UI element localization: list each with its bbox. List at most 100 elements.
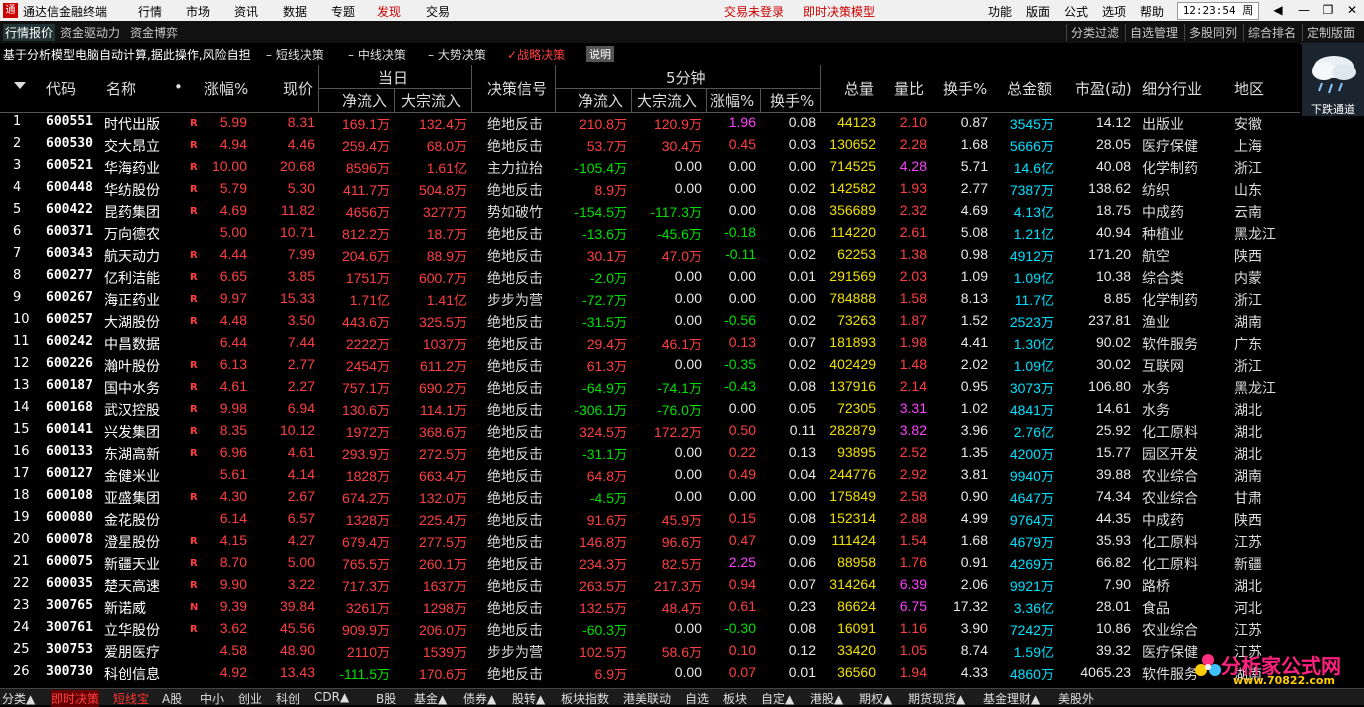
bottom-tab[interactable]: 股转▲ — [512, 690, 545, 707]
region: 湖北 — [1234, 400, 1262, 420]
bottom-tab[interactable]: 创业 — [238, 690, 262, 707]
back-icon[interactable]: ◀ — [1268, 2, 1288, 18]
table-row[interactable]: 23 300765 新诺威 N 9.39 39.84 3261万 1298万 绝地反击 132.5… — [0, 596, 1300, 618]
option-trend[interactable]: – 大势决策 — [428, 46, 486, 63]
decision-model-link[interactable]: 即时决策模型 — [803, 3, 875, 20]
table-row[interactable]: 25 300753 爱朋医疗 4.58 48.90 2110万 1539万 步步为营 102.5… — [0, 640, 1300, 662]
tab-watchlist-manage[interactable]: 自选管理 — [1125, 24, 1178, 41]
tab-multi-stock[interactable]: 多股同列 — [1184, 24, 1237, 41]
close-icon[interactable]: ✕ — [1342, 2, 1362, 18]
menu-news[interactable]: 资讯 — [234, 3, 258, 20]
col-inflow[interactable]: 净流入 — [342, 90, 387, 111]
table-row[interactable]: 14 600168 武汉控股 R 9.98 6.94 130.6万 114.1万 绝地反击 -30… — [0, 398, 1300, 420]
bottom-tab[interactable]: 中小 — [200, 690, 224, 707]
bottom-tab[interactable]: 板块 — [723, 690, 747, 707]
bottom-tab[interactable]: 美股外 — [1058, 690, 1094, 707]
col-ratio[interactable]: 量比 — [894, 78, 924, 99]
restore-icon[interactable]: ❐ — [1318, 2, 1338, 18]
table-row[interactable]: 11 600242 中昌数据 6.44 7.44 2222万 1037万 绝地反击 29.4万 4… — [0, 332, 1300, 354]
col-industry[interactable]: 细分行业 — [1142, 78, 1202, 99]
table-row[interactable]: 15 600141 兴发集团 R 8.35 10.12 1972万 368.6万 绝地反击 324… — [0, 420, 1300, 442]
menu-formula[interactable]: 公式 — [1064, 3, 1088, 20]
menu-options[interactable]: 选项 — [1102, 3, 1126, 20]
minimize-icon[interactable]: — — [1294, 2, 1314, 18]
col-name[interactable]: 名称 — [106, 78, 136, 99]
col-inflow5[interactable]: 净流入 — [578, 90, 623, 111]
table-row[interactable]: 16 600133 东湖高新 R 6.96 4.61 293.9万 272.5万 绝地反击 -31… — [0, 442, 1300, 464]
col-turn5[interactable]: 换手% — [770, 90, 814, 111]
col-pct5[interactable]: 涨幅% — [710, 90, 754, 111]
menu-function[interactable]: 功能 — [988, 3, 1012, 20]
bottom-tab[interactable]: A股 — [162, 690, 182, 707]
table-row[interactable]: 4 600448 华纺股份 R 5.79 5.30 411.7万 504.8万 绝地反击 8.9万… — [0, 178, 1300, 200]
table-row[interactable]: 3 600521 华海药业 R 10.00 20.68 8596万 1.61亿 主力拉抬 -105… — [0, 156, 1300, 178]
table-row[interactable]: 26 300730 科创信息 4.92 13.43 -111.5万 170.6万 绝地反击 6.… — [0, 662, 1300, 684]
table-row[interactable]: 6 600371 万向德农 5.00 10.71 812.2万 18.7万 绝地反击 -13.6… — [0, 222, 1300, 244]
col-volume[interactable]: 总量 — [844, 78, 874, 99]
help-button[interactable]: 说明 — [586, 46, 614, 62]
bottom-tab[interactable]: 板块指数 — [561, 690, 609, 707]
menu-topics[interactable]: 专题 — [331, 3, 355, 20]
col-block[interactable]: 大宗流入 — [401, 90, 461, 111]
table-row[interactable]: 21 600075 新疆天业 R 8.70 5.00 765.5万 260.1万 绝地反击 234… — [0, 552, 1300, 574]
bottom-tab[interactable]: 自选 — [685, 690, 709, 707]
option-mid-term[interactable]: – 中线决策 — [348, 46, 406, 63]
tab-category-filter[interactable]: 分类过滤 — [1066, 24, 1119, 41]
table-row[interactable]: 7 600343 航天动力 R 4.44 7.99 204.6万 88.9万 绝地反击 30.1万… — [0, 244, 1300, 266]
tab-fund-drive[interactable]: 资金驱动力 — [60, 24, 120, 41]
bottom-tab[interactable]: 自定▲ — [761, 690, 794, 707]
market-weather-panel[interactable]: 下跌通道 — [1302, 43, 1364, 116]
col-block5[interactable]: 大宗流入 — [637, 90, 697, 111]
bottom-tab[interactable]: 基金理财▲ — [983, 690, 1040, 707]
bottom-tab[interactable]: 期货现货▲ — [908, 690, 965, 707]
table-row[interactable]: 12 600226 瀚叶股份 R 6.13 2.77 2454万 611.2万 绝地反击 61.3… — [0, 354, 1300, 376]
sort-triangle-icon[interactable] — [14, 82, 26, 89]
col-pct[interactable]: 涨幅% — [204, 78, 248, 99]
col-region[interactable]: 地区 — [1234, 78, 1264, 99]
menu-market[interactable]: 市场 — [186, 3, 210, 20]
table-row[interactable]: 18 600108 亚盛集团 R 4.30 2.67 674.2万 132.0万 绝地反击 -4.… — [0, 486, 1300, 508]
table-row[interactable]: 20 600078 澄星股份 R 4.15 4.27 679.4万 277.5万 绝地反击 146… — [0, 530, 1300, 552]
col-pe[interactable]: 市盈(动) — [1075, 78, 1132, 99]
table-row[interactable]: 8 600277 亿利洁能 R 6.65 3.85 1751万 600.7万 绝地反击 -2.0万… — [0, 266, 1300, 288]
bottom-tab[interactable]: 债券▲ — [463, 690, 496, 707]
col-amount[interactable]: 总金额 — [1007, 78, 1052, 99]
menu-data[interactable]: 数据 — [283, 3, 307, 20]
option-short-term[interactable]: – 短线决策 — [266, 46, 324, 63]
table-row[interactable]: 9 600267 海正药业 R 9.97 15.33 1.71亿 1.41亿 步步为营 -72.7… — [0, 288, 1300, 310]
trade-login-status[interactable]: 交易未登录 — [724, 3, 784, 20]
table-row[interactable]: 1 600551 时代出版 R 5.99 8.31 169.1万 132.4万 绝地反击 210.… — [0, 112, 1300, 134]
bottom-tab[interactable]: 基金▲ — [414, 690, 447, 707]
menu-discover[interactable]: 发现 — [377, 3, 401, 20]
menu-quotes[interactable]: 行情 — [138, 3, 162, 20]
tab-fund-game[interactable]: 资金博弈 — [130, 24, 178, 41]
table-row[interactable]: 19 600080 金花股份 6.14 6.57 1328万 225.4万 绝地反击 91.6万… — [0, 508, 1300, 530]
tab-composite-rank[interactable]: 综合排名 — [1243, 24, 1296, 41]
option-strategic[interactable]: ✓战略决策 — [507, 46, 565, 63]
bottom-tab[interactable]: 港美联动 — [623, 690, 671, 707]
bottom-tab[interactable]: B股 — [376, 690, 396, 707]
menu-trade[interactable]: 交易 — [426, 3, 450, 20]
table-row[interactable]: 22 600035 楚天高速 R 9.90 3.22 717.3万 1637万 绝地反击 263.… — [0, 574, 1300, 596]
col-price[interactable]: 现价 — [283, 78, 313, 99]
table-row[interactable]: 24 300761 立华股份 R 3.62 45.56 909.9万 206.0万 绝地反击 -6… — [0, 618, 1300, 640]
table-row[interactable]: 5 600422 昆药集团 R 4.69 11.82 4656万 3277万 势如破竹 -154.… — [0, 200, 1300, 222]
col-signal[interactable]: 决策信号 — [487, 78, 547, 99]
menu-layout[interactable]: 版面 — [1026, 3, 1050, 20]
tab-quotes[interactable]: 行情报价 — [3, 24, 56, 41]
col-code[interactable]: 代码 — [46, 78, 76, 99]
col-turnover[interactable]: 换手% — [943, 78, 987, 99]
bottom-tab[interactable]: 分类▲ — [2, 690, 35, 707]
table-row[interactable]: 17 600127 金健米业 5.61 4.14 1828万 663.4万 绝地反击 64.8万… — [0, 464, 1300, 486]
table-row[interactable]: 2 600530 交大昂立 R 4.94 4.46 259.4万 68.0万 绝地反击 53.7万… — [0, 134, 1300, 156]
bottom-tab[interactable]: 港股▲ — [810, 690, 843, 707]
bottom-tab[interactable]: CDR▲ — [314, 690, 349, 704]
table-row[interactable]: 10 600257 大湖股份 R 4.48 3.50 443.6万 325.5万 绝地反击 -31… — [0, 310, 1300, 332]
tab-custom-layout[interactable]: 定制版面 — [1302, 24, 1355, 41]
table-row[interactable]: 13 600187 国中水务 R 4.61 2.27 757.1万 690.2万 绝地反击 -64… — [0, 376, 1300, 398]
bottom-tab[interactable]: 期权▲ — [859, 690, 892, 707]
bottom-tab[interactable]: 即时决策 — [51, 690, 100, 707]
bottom-tab[interactable]: 短线宝 — [113, 690, 149, 707]
menu-help[interactable]: 帮助 — [1140, 3, 1164, 20]
bottom-tab[interactable]: 科创 — [276, 690, 300, 707]
